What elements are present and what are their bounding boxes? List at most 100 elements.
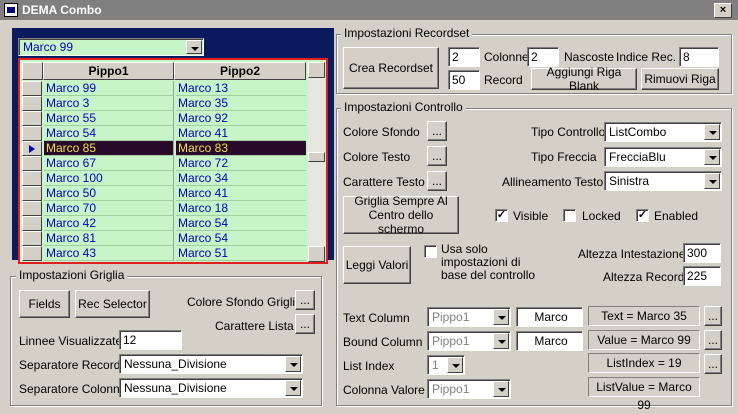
griglia-centro-button[interactable]: Griglia Sempre Al Centro dello schermo [343, 194, 459, 236]
record-selector[interactable] [22, 126, 42, 141]
grid-scrollbar[interactable] [308, 62, 325, 262]
record-selector[interactable] [22, 186, 42, 201]
bound-column-select[interactable]: Pippo1 [427, 331, 511, 351]
altezza-record-label: Altezza Record [603, 270, 685, 284]
chevron-down-icon[interactable] [285, 380, 301, 396]
crea-recordset-button[interactable]: Crea Recordset [343, 47, 439, 89]
chevron-down-icon[interactable] [186, 40, 202, 54]
list-index-select[interactable]: 1 [427, 355, 465, 375]
chevron-down-icon[interactable] [493, 333, 509, 349]
separatore-record-select[interactable]: Nessuna_Divisione [119, 354, 303, 374]
usa-solo-checkbox[interactable] [424, 245, 437, 258]
record-input[interactable]: 50 [448, 70, 480, 90]
locked-label: Locked [582, 209, 621, 223]
cell-pippo2: Marco 51 [176, 246, 306, 261]
rec-selector-button[interactable]: Rec Selector [75, 290, 150, 318]
table-row[interactable]: Marco 99 Marco 13 [22, 81, 306, 96]
rimuovi-riga-button[interactable]: Rimuovi Riga [641, 68, 719, 90]
scroll-down-arrow[interactable] [308, 246, 325, 262]
table-row[interactable]: Marco 67 Marco 72 [22, 156, 306, 171]
altezza-record-input[interactable]: 225 [683, 266, 721, 286]
close-button[interactable]: × [714, 3, 732, 18]
visible-checkbox[interactable]: ✓ [495, 209, 508, 222]
table-row[interactable]: Marco 85 Marco 83 [22, 141, 306, 156]
text-column-input[interactable]: Marco [516, 307, 583, 327]
table-row[interactable]: Marco 70 Marco 18 [22, 201, 306, 216]
colore-sfondo-griglia-button[interactable]: ... [295, 290, 315, 310]
indice-rec-input[interactable]: 8 [679, 47, 719, 67]
text-info-button[interactable]: ... [704, 306, 722, 326]
list-combo[interactable]: Marco 99 [18, 38, 204, 56]
record-selector[interactable] [22, 81, 42, 96]
carattere-testo-button[interactable]: ... [427, 171, 447, 191]
colonne-input[interactable]: 2 [448, 47, 480, 67]
chevron-down-icon[interactable] [447, 357, 463, 373]
close-icon: × [719, 4, 727, 16]
colore-testo-button[interactable]: ... [427, 146, 447, 166]
aggiungi-riga-blank-button[interactable]: Aggiungi Riga Blank [531, 65, 637, 93]
table-row[interactable]: Marco 3 Marco 35 [22, 96, 306, 111]
scroll-up-arrow[interactable] [308, 62, 325, 78]
locked-checkbox[interactable] [563, 209, 576, 222]
record-selector[interactable] [22, 171, 42, 186]
table-row[interactable]: Marco 43 Marco 51 [22, 246, 306, 261]
listindex-info-button[interactable]: ... [704, 354, 722, 374]
altezza-intestazione-input[interactable]: 300 [683, 243, 721, 263]
tipo-freccia-select[interactable]: FrecciaBlu [604, 147, 722, 167]
linee-visualizzate-label: Linnee Visualizzate [19, 334, 123, 348]
scroll-thumb[interactable] [308, 152, 325, 162]
text-column-select[interactable]: Pippo1 [427, 307, 511, 327]
linee-visualizzate-input[interactable]: 12 [119, 330, 182, 350]
record-selector[interactable] [22, 96, 42, 111]
cell-pippo1: Marco 85 [44, 141, 174, 156]
record-selector[interactable] [22, 141, 42, 156]
controllo-group-label: Impostazioni Controllo [341, 100, 466, 114]
fields-button[interactable]: Fields [19, 290, 70, 318]
chevron-down-icon[interactable] [704, 173, 720, 189]
carattere-lista-button[interactable]: ... [295, 314, 315, 334]
carattere-lista-label: Carattere Lista [215, 319, 294, 333]
bound-column-input[interactable]: Marco [516, 331, 583, 351]
separatore-colonne-value: Nessuna_Divisione [124, 381, 227, 395]
record-selector[interactable] [22, 111, 42, 126]
table-row[interactable]: Marco 50 Marco 41 [22, 186, 306, 201]
text-info: Text = Marco 35 [588, 306, 700, 326]
table-row[interactable]: Marco 81 Marco 54 [22, 231, 306, 246]
nascoste-input[interactable]: 2 [527, 47, 559, 67]
enabled-checkbox[interactable]: ✓ [636, 209, 649, 222]
list-combo-value: Marco 99 [23, 40, 74, 54]
table-row[interactable]: Marco 55 Marco 92 [22, 111, 306, 126]
chevron-down-icon[interactable] [704, 124, 720, 140]
record-selector[interactable] [22, 231, 42, 246]
chevron-down-icon[interactable] [493, 381, 509, 397]
table-row[interactable]: Marco 54 Marco 41 [22, 126, 306, 141]
visible-label: Visible [513, 209, 549, 223]
table-row[interactable]: Marco 42 Marco 54 [22, 216, 306, 231]
window-title: DEMA Combo [22, 3, 102, 17]
colore-sfondo-button[interactable]: ... [427, 121, 447, 141]
chevron-down-icon[interactable] [704, 149, 720, 165]
allineamento-testo-select[interactable]: Sinistra [604, 171, 722, 191]
tipo-freccia-label: Tipo Freccia [531, 150, 597, 164]
separatore-colonne-select[interactable]: Nessuna_Divisione [119, 378, 303, 398]
dropdown-grid[interactable]: Pippo1 Pippo2 Marco 99 Marco 13 Marco 3 Mar… [18, 58, 328, 264]
grid-header-pippo1[interactable]: Pippo1 [43, 62, 174, 80]
record-selector[interactable] [22, 201, 42, 216]
cell-pippo1: Marco 50 [44, 186, 174, 201]
value-info-button[interactable]: ... [704, 330, 722, 350]
colonna-valore-select[interactable]: Pippo1 [427, 379, 511, 399]
colore-testo-label: Colore Testo [343, 150, 411, 164]
record-selector[interactable] [22, 216, 42, 231]
table-row[interactable]: Marco 100 Marco 34 [22, 171, 306, 186]
cell-pippo2: Marco 35 [176, 96, 306, 111]
colonna-valore-combo-value: Pippo1 [432, 382, 470, 396]
record-selector[interactable] [22, 246, 42, 261]
record-selector[interactable] [22, 156, 42, 171]
separatore-colonne-label: Separatore Colonne [19, 382, 127, 396]
leggi-valori-button[interactable]: Leggi Valori [343, 246, 411, 284]
header-label: Pippo2 [219, 64, 260, 78]
grid-header-pippo2[interactable]: Pippo2 [174, 62, 306, 80]
chevron-down-icon[interactable] [493, 309, 509, 325]
tipo-controllo-select[interactable]: ListCombo [604, 122, 722, 142]
chevron-down-icon[interactable] [285, 356, 301, 372]
